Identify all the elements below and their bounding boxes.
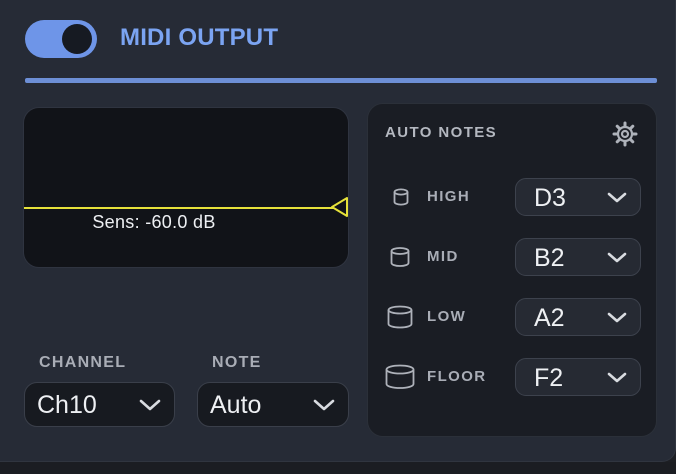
- note-select[interactable]: Auto: [197, 382, 349, 427]
- auto-note-row-low: LOW A2: [368, 297, 658, 337]
- note-select-floor[interactable]: F2: [515, 358, 641, 396]
- note-value-floor: F2: [534, 364, 564, 392]
- auto-notes-title: AUTO NOTES: [385, 124, 498, 141]
- chevron-down-icon: [139, 399, 161, 411]
- note-select-low[interactable]: A2: [515, 298, 641, 336]
- threshold-handle-icon[interactable]: [329, 196, 349, 218]
- drum-mid-icon: [390, 247, 410, 267]
- chevron-down-icon: [607, 372, 627, 383]
- drum-label-floor: FLOOR: [427, 368, 487, 385]
- drum-label-mid: MID: [427, 248, 459, 265]
- auto-note-row-floor: FLOOR F2: [368, 357, 658, 397]
- toggle-knob: [62, 24, 92, 54]
- panel-title: MIDI OUTPUT: [120, 24, 279, 51]
- channel-label: CHANNEL: [39, 354, 127, 371]
- chevron-down-icon: [607, 252, 627, 263]
- channel-select[interactable]: Ch10: [24, 382, 175, 427]
- sensitivity-display[interactable]: Sens: -60.0 dB: [23, 107, 349, 268]
- note-value-low: A2: [534, 304, 565, 332]
- note-select-high[interactable]: D3: [515, 178, 641, 216]
- drum-high-icon: [393, 188, 409, 206]
- gear-icon[interactable]: [611, 120, 639, 148]
- header-divider: [25, 78, 657, 83]
- note-label: NOTE: [212, 354, 262, 371]
- midi-output-panel: MIDI OUTPUT Sens: -60.0 dB CHANNEL Ch10 …: [0, 0, 676, 462]
- channel-value: Ch10: [37, 391, 97, 419]
- note-value: Auto: [210, 391, 262, 419]
- chevron-down-icon: [313, 399, 335, 411]
- note-value-high: D3: [534, 184, 566, 212]
- auto-note-row-mid: MID B2: [368, 237, 658, 277]
- auto-note-row-high: HIGH D3: [368, 177, 658, 217]
- window-bottom-edge: [0, 462, 676, 474]
- drum-label-high: HIGH: [427, 188, 471, 205]
- chevron-down-icon: [607, 312, 627, 323]
- drum-label-low: LOW: [427, 308, 467, 325]
- midi-output-toggle[interactable]: [25, 20, 97, 58]
- note-value-mid: B2: [534, 244, 565, 272]
- chevron-down-icon: [607, 192, 627, 203]
- sensitivity-threshold-line: [24, 207, 336, 209]
- drum-low-icon: [387, 305, 413, 329]
- sensitivity-label: Sens: -60.0 dB: [92, 212, 216, 232]
- auto-notes-panel: AUTO NOTES HIGH D3 MID B2 LOW A2 FLOOR F…: [367, 103, 657, 437]
- drum-floor-icon: [385, 364, 415, 389]
- note-select-mid[interactable]: B2: [515, 238, 641, 276]
